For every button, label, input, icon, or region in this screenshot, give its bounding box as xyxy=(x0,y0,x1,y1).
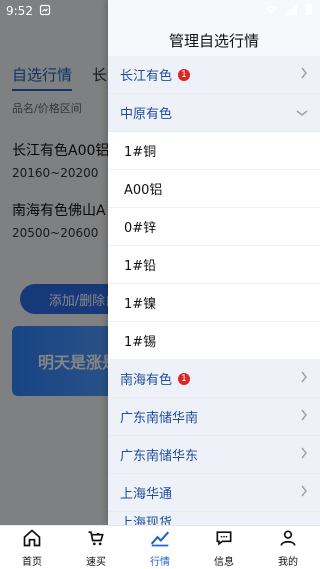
group-guangdong-nanchu-huadong[interactable]: 广东南储华东 xyxy=(108,436,320,474)
cart-icon xyxy=(86,528,106,551)
group-label: 南海有色 1 xyxy=(120,369,191,388)
list-item[interactable]: 1#铅 xyxy=(108,246,320,284)
list-item[interactable]: 1#铜 xyxy=(108,132,320,170)
group-shanghai-huatong[interactable]: 上海华通 xyxy=(108,474,320,512)
chevron-right-icon xyxy=(300,409,308,424)
market-group-list: 长江有色 1 中原有色 1#铜 A00铝 0#锌 1#铅 1#镍 1#锡 南海有… xyxy=(108,56,320,532)
group-guangdong-nanchu-huanan[interactable]: 广东南储华南 xyxy=(108,398,320,436)
list-item[interactable]: A00铝 xyxy=(108,170,320,208)
status-left: 9:52 xyxy=(6,4,51,19)
signal-icon xyxy=(284,4,298,19)
bottom-nav: 首页 速买 行情 信息 我的 xyxy=(0,525,320,569)
message-icon xyxy=(214,528,234,551)
drawer-title: 管理自选行情 xyxy=(168,32,259,50)
tab-label: 行情 xyxy=(150,556,170,568)
chevron-right-icon xyxy=(300,371,308,386)
wifi-icon xyxy=(264,4,278,19)
list-item[interactable]: 0#锌 xyxy=(108,208,320,246)
group-label: 中原有色 xyxy=(120,107,173,122)
chevron-right-icon xyxy=(300,447,308,462)
notification-icon xyxy=(39,4,51,19)
tab-label: 首页 xyxy=(22,556,42,568)
group-changjiang[interactable]: 长江有色 1 xyxy=(108,56,320,94)
tab-me[interactable]: 我的 xyxy=(256,528,320,568)
group-label: 长江有色 1 xyxy=(120,65,191,84)
tab-label: 速买 xyxy=(86,556,106,568)
chevron-right-icon xyxy=(300,67,308,82)
tab-messages[interactable]: 信息 xyxy=(192,528,256,568)
group-zhongyuan[interactable]: 中原有色 xyxy=(108,94,320,132)
home-icon xyxy=(22,528,42,551)
tab-quick-buy[interactable]: 速买 xyxy=(64,528,128,568)
chart-icon xyxy=(150,528,170,551)
chevron-right-icon xyxy=(300,485,308,500)
status-bar: 9:52 xyxy=(0,0,320,22)
battery-icon xyxy=(304,3,314,19)
unread-badge: 1 xyxy=(178,372,191,385)
list-item[interactable]: 1#锡 xyxy=(108,322,320,360)
manage-watchlist-drawer: 管理自选行情 长江有色 1 中原有色 1#铜 A00铝 0#锌 1#铅 1#镍 … xyxy=(108,0,320,532)
user-icon xyxy=(278,528,298,551)
status-right xyxy=(264,3,314,19)
group-label: 上海华通 xyxy=(120,487,173,502)
group-label: 广东南储华南 xyxy=(120,411,199,426)
unread-badge: 1 xyxy=(178,68,191,81)
list-item[interactable]: 1#镍 xyxy=(108,284,320,322)
group-nanhai[interactable]: 南海有色 1 xyxy=(108,360,320,398)
tab-home[interactable]: 首页 xyxy=(0,528,64,568)
tab-label: 我的 xyxy=(278,556,298,568)
tab-market[interactable]: 行情 xyxy=(128,528,192,568)
status-time: 9:52 xyxy=(6,4,33,18)
group-label: 广东南储华东 xyxy=(120,449,199,464)
tab-label: 信息 xyxy=(214,556,234,568)
chevron-down-icon xyxy=(296,106,308,120)
